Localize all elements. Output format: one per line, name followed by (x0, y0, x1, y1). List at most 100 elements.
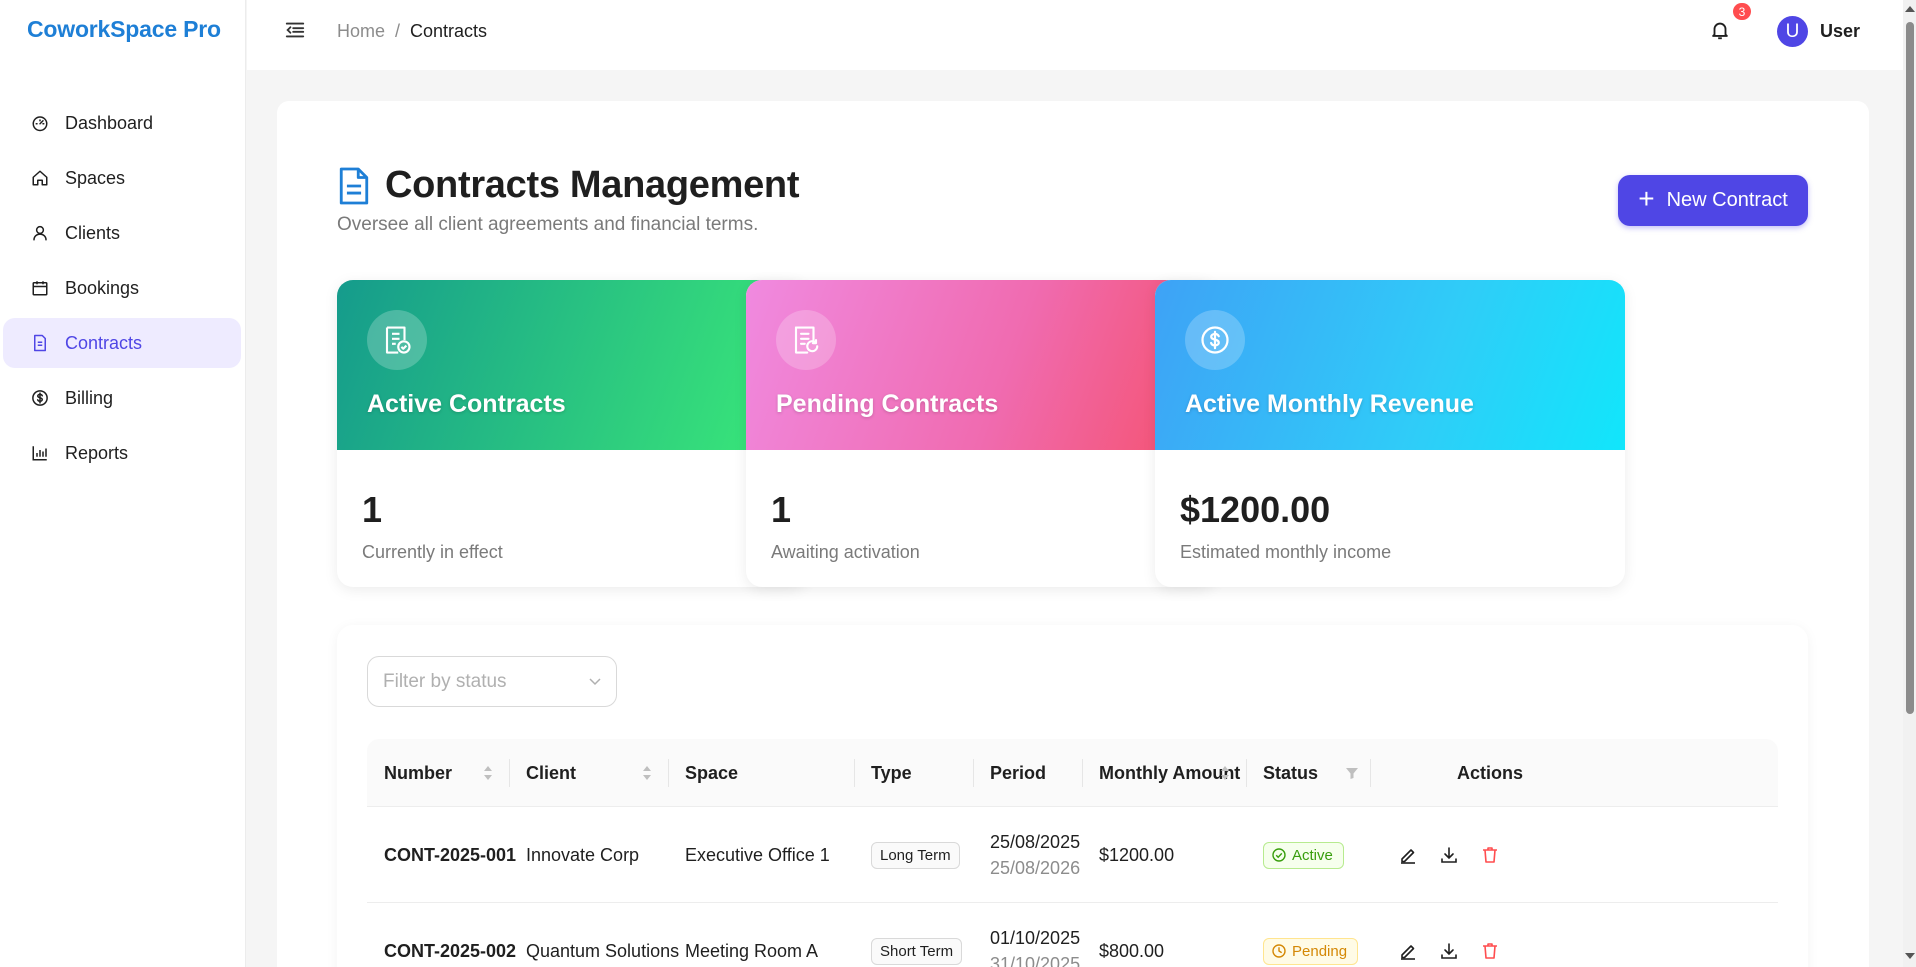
sidebar-item-label: Bookings (65, 277, 140, 298)
status-badge: Active (1263, 841, 1344, 869)
column-header-actions: Actions (1457, 762, 1524, 783)
sidebar-item-spaces[interactable]: Spaces (3, 153, 241, 203)
status-label: Active (1292, 846, 1333, 864)
contracts-table-panel: Filter by status Number Client Space Typ… (337, 625, 1808, 967)
edit-icon[interactable] (1398, 845, 1418, 865)
plus-icon: + (1638, 183, 1655, 214)
column-header-period: Period (990, 762, 1047, 783)
sidebar-item-label: Clients (65, 222, 121, 243)
contract-client: Innovate Corp (526, 844, 640, 865)
main-content: Contracts Management Oversee all client … (277, 101, 1869, 967)
stat-card-description: Currently in effect (362, 542, 503, 562)
contract-number: CONT-2025-001 (384, 844, 517, 865)
sidebar-item-label: Dashboard (65, 112, 154, 133)
column-header-number[interactable]: Number (384, 739, 452, 807)
sidebar-item-label: Reports (65, 442, 129, 463)
stat-card-header: Active Contracts (337, 280, 807, 450)
breadcrumb: Home / Contracts (337, 21, 487, 42)
notification-badge: 3 (1733, 3, 1751, 20)
edit-icon[interactable] (1398, 941, 1418, 961)
contract-type-cell: Short Term (871, 903, 963, 967)
delete-icon[interactable] (1480, 941, 1500, 961)
column-header-space: Space (685, 762, 739, 783)
breadcrumb-separator: / (395, 21, 401, 41)
contract-period: 01/10/2025 31/10/2025 (990, 903, 1080, 967)
sort-icon[interactable] (1220, 764, 1230, 782)
new-contract-button[interactable]: + New Contract (1618, 175, 1808, 226)
table-row: CONT-2025-002 Quantum Solutions Meeting … (367, 903, 1778, 967)
sidebar-item-contracts[interactable]: Contracts (3, 318, 241, 368)
sidebar-item-label: Billing (65, 387, 114, 408)
avatar: U (1777, 16, 1808, 47)
home-icon (30, 168, 50, 188)
dollar-circle-icon (1185, 310, 1245, 370)
contract-space: Meeting Room A (685, 940, 819, 961)
user-menu[interactable]: U User (1777, 16, 1860, 47)
contract-type-tag: Long Term (871, 841, 960, 869)
contract-client: Quantum Solutions (526, 940, 680, 961)
stat-card-active-contracts: Active Contracts 1 Currently in effect (337, 280, 807, 587)
app-logo[interactable]: CoworkSpace Pro (27, 16, 221, 43)
period-end: 25/08/2026 (990, 857, 1081, 878)
file-text-icon (30, 333, 50, 353)
table-header: Number Client Space Type Period Monthly … (367, 739, 1778, 807)
stat-card-description: Awaiting activation (771, 542, 920, 562)
scrollbar[interactable] (1903, 0, 1916, 967)
file-text-icon (339, 167, 369, 204)
menu-fold-icon[interactable] (284, 19, 306, 41)
column-divider (1082, 759, 1083, 787)
sidebar-nav: Dashboard Spaces Clients Bookings Contra… (3, 98, 241, 483)
scroll-up-arrow[interactable] (1905, 6, 1915, 12)
period-start: 25/08/2025 (990, 831, 1081, 852)
delete-icon[interactable] (1480, 845, 1500, 865)
column-divider (668, 759, 669, 787)
status-badge: Pending (1263, 937, 1359, 965)
clock-icon (1272, 944, 1286, 958)
column-header-client[interactable]: Client (526, 739, 576, 807)
breadcrumb-home[interactable]: Home (337, 21, 385, 42)
stat-card-pending-contracts: Pending Contracts 1 Awaiting activation (746, 280, 1216, 587)
breadcrumb-current: Contracts (410, 21, 488, 41)
sidebar-item-billing[interactable]: Billing (3, 373, 241, 423)
chevron-down-icon (589, 678, 601, 686)
contract-number: CONT-2025-002 (384, 940, 517, 961)
contract-period: 25/08/2025 25/08/2026 (990, 807, 1080, 903)
check-circle-icon (1272, 848, 1286, 862)
sidebar-item-bookings[interactable]: Bookings (3, 263, 241, 313)
page-header: Contracts Management (337, 164, 800, 207)
calendar-icon (30, 278, 50, 298)
status-filter-placeholder: Filter by status (383, 670, 507, 692)
contract-type-cell: Long Term (871, 807, 960, 903)
sidebar-item-reports[interactable]: Reports (3, 428, 241, 478)
column-divider (854, 759, 855, 787)
download-icon[interactable] (1439, 941, 1459, 961)
scroll-thumb[interactable] (1906, 22, 1914, 714)
stat-card-description: Estimated monthly income (1180, 542, 1392, 562)
sort-icon[interactable] (642, 764, 652, 782)
dashboard-icon (30, 113, 50, 133)
column-divider (509, 759, 510, 787)
sidebar-item-dashboard[interactable]: Dashboard (3, 98, 241, 148)
stat-card-value: 1 (771, 489, 792, 530)
scroll-down-arrow[interactable] (1905, 953, 1915, 959)
bell-icon[interactable] (1709, 19, 1733, 43)
stat-card-monthly-revenue: Active Monthly Revenue $1200.00 Estimate… (1155, 280, 1625, 587)
sort-icon[interactable] (483, 764, 493, 782)
column-header-type: Type (871, 762, 912, 783)
column-divider (973, 759, 974, 787)
stat-card-title: Active Contracts (367, 390, 566, 418)
column-header-status: Status (1263, 762, 1319, 783)
table-row: CONT-2025-001 Innovate Corp Executive Of… (367, 807, 1778, 903)
sidebar-item-clients[interactable]: Clients (3, 208, 241, 258)
stat-card-header: Active Monthly Revenue (1155, 280, 1625, 450)
contract-status-cell: Pending (1263, 903, 1359, 967)
contract-space: Executive Office 1 (685, 844, 830, 865)
sidebar-item-label: Spaces (65, 167, 126, 188)
download-icon[interactable] (1439, 845, 1459, 865)
contract-type-tag: Short Term (871, 937, 963, 965)
contract-status-cell: Active (1263, 807, 1344, 903)
filter-icon[interactable] (1345, 766, 1359, 780)
top-bar: Home / Contracts 3 U User (247, 0, 1903, 70)
status-filter-select[interactable]: Filter by status (367, 656, 617, 707)
user-name: User (1820, 21, 1861, 41)
